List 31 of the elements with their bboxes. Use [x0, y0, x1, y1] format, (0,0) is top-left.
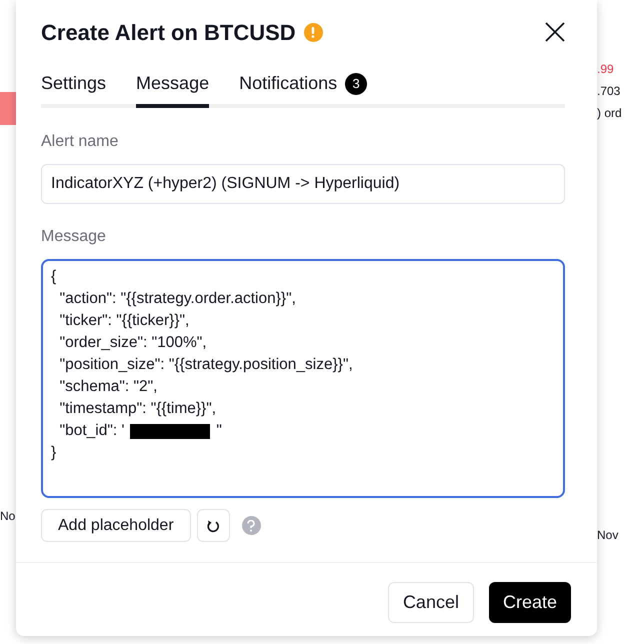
add-placeholder-button[interactable]: Add placeholder — [41, 509, 191, 542]
field-label: Alert name — [41, 132, 120, 152]
code-line: "action": "{{strategy.order.action}}", — [58, 289, 296, 310]
field-label: Message — [41, 227, 107, 247]
reset-button[interactable] — [196, 509, 230, 542]
candle-bar — [0, 92, 16, 125]
code-line: "order_size": "100%", — [58, 333, 207, 354]
undo-icon — [206, 518, 220, 532]
tab[interactable]: Settings — [41, 70, 106, 108]
code-line: " — [216, 421, 222, 442]
create-button[interactable]: Create — [488, 582, 571, 623]
chart-label: ) ord — [597, 107, 623, 119]
message-field[interactable]: { "action": "{{strategy.order.action}}", "ticker": "{{ticker}}", "order_size": "100%", "position_size": "{{strategy.position_size}}", "schema": "2", "timestamp": "{{time}}", "bot_id": ' " } — [41, 259, 565, 498]
cancel-button[interactable]: Cancel — [388, 582, 474, 623]
alert-name-field[interactable]: IndicatorXYZ (+hyper2) (SIGNUM -> Hyperliquid) — [41, 164, 565, 204]
dialog-title: Create Alert on BTCUSD — [41, 18, 296, 46]
code-line: } — [51, 443, 56, 464]
code-line: "position_size": "{{strategy.position_size}}", — [58, 355, 353, 376]
chart-label: Nov — [597, 529, 620, 541]
code-line: "schema": "2", — [58, 377, 158, 398]
code-line: "timestamp": "{{time}}", — [58, 399, 216, 420]
close-button[interactable] — [543, 20, 567, 44]
count-badge: 3 — [345, 72, 368, 94]
chart-label: .703 — [597, 85, 622, 97]
tab[interactable]: Notifications 3 — [239, 70, 368, 108]
code-line: "bot_id": ' — [58, 421, 124, 442]
code-line: { — [51, 267, 56, 288]
chart-label: .99 — [597, 63, 615, 75]
code-line: "ticker": "{{ticker}}", — [58, 311, 190, 332]
axis-label: No — [0, 510, 16, 522]
tab[interactable]: Message — [136, 70, 210, 108]
